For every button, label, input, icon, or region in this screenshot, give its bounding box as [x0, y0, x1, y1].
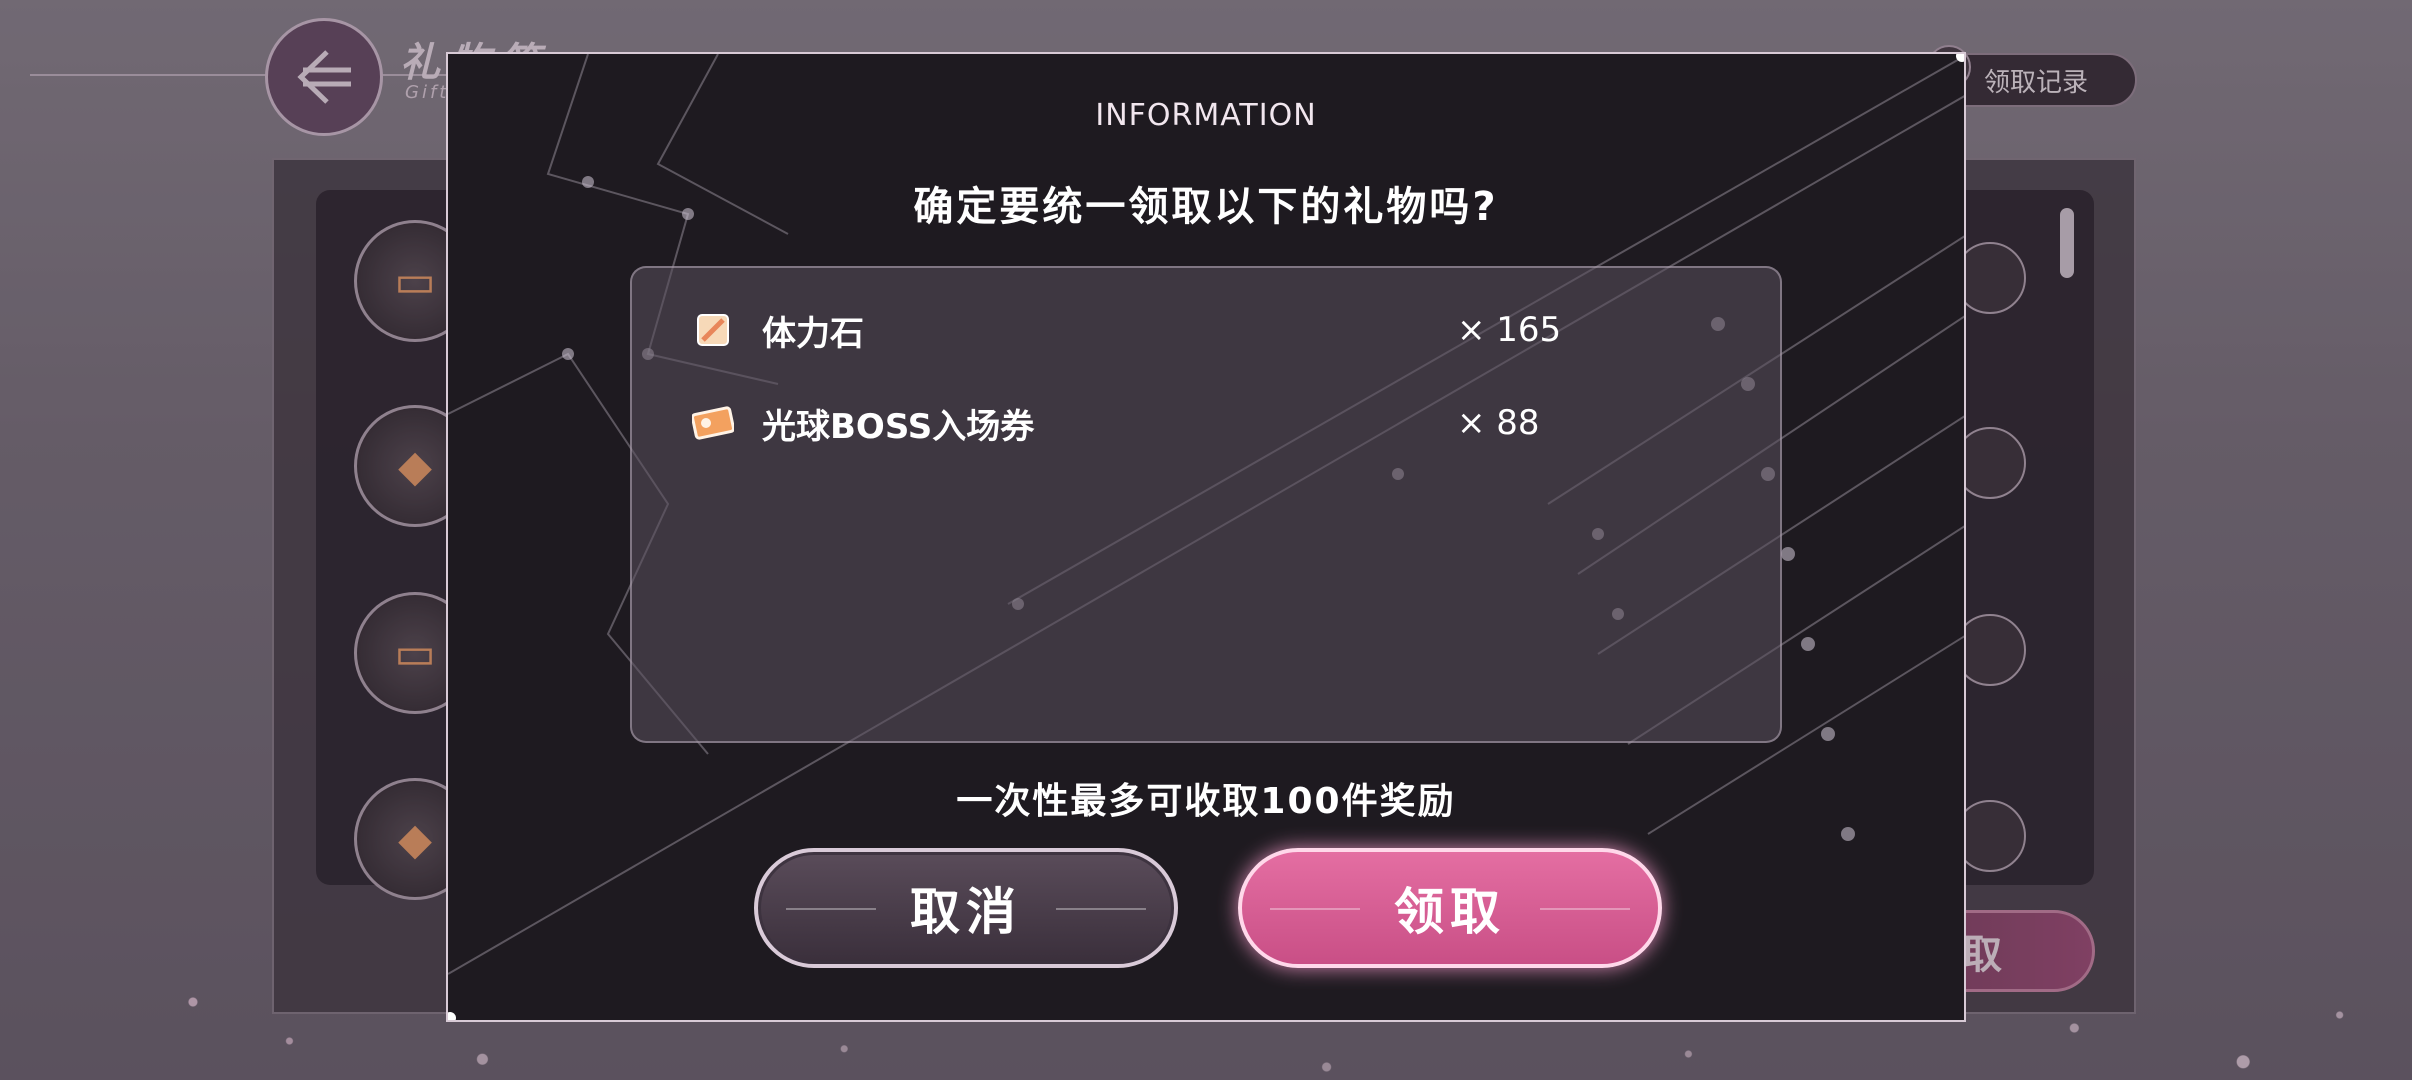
- corner-dot: [1956, 54, 1964, 62]
- dialog-heading: INFORMATION: [1095, 98, 1317, 133]
- list-item: 体力石 × 165: [692, 300, 1692, 360]
- cancel-button[interactable]: 取消: [754, 848, 1178, 968]
- confirm-label: 领取: [1394, 883, 1506, 941]
- button-decoration: [786, 908, 876, 910]
- reward-list: 体力石 × 165 光球BOSS入场券 × 88: [630, 266, 1782, 743]
- button-decoration: [1056, 908, 1146, 910]
- item-quantity: × 88: [1457, 403, 1540, 443]
- confirm-claim-button[interactable]: 领取: [1238, 848, 1662, 968]
- boss-ticket-icon: [692, 402, 734, 444]
- dialog-question: 确定要统一领取以下的礼物吗?: [913, 184, 1499, 230]
- list-item: 光球BOSS入场券 × 88: [692, 393, 1692, 453]
- confirm-dialog: INFORMATION 确定要统一领取以下的礼物吗? 体力石 × 165 光球B…: [446, 52, 1966, 1022]
- item-name: 体力石: [762, 313, 864, 354]
- button-decoration: [1270, 908, 1360, 910]
- cancel-label: 取消: [910, 883, 1022, 941]
- stamina-stone-icon: [692, 309, 734, 351]
- item-quantity: × 165: [1457, 310, 1562, 350]
- max-claim-note: 一次性最多可收取100件奖励: [956, 781, 1456, 822]
- button-decoration: [1540, 908, 1630, 910]
- item-name: 光球BOSS入场券: [762, 406, 1035, 447]
- corner-dot: [448, 1012, 456, 1020]
